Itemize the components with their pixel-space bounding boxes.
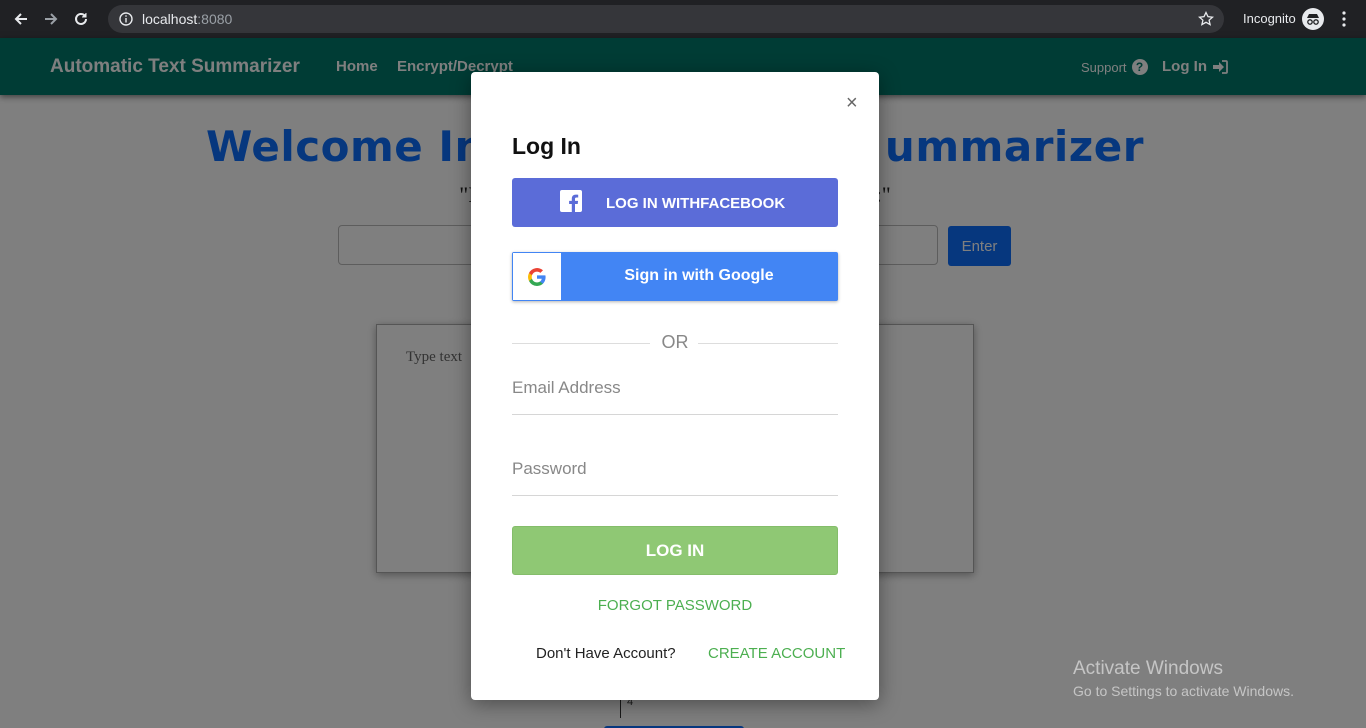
facebook-login-button[interactable]: LOG IN WITHFACEBOOK [512, 178, 838, 227]
incognito-label: Incognito [1243, 11, 1296, 26]
close-icon[interactable]: × [846, 92, 858, 115]
forgot-password-link[interactable]: FORGOT PASSWORD [512, 597, 838, 614]
browser-toolbar: localhost:8080 Incognito [0, 0, 1366, 38]
facebook-icon [560, 190, 582, 212]
password-field[interactable]: Password [512, 459, 838, 496]
modal-title: Log In [512, 133, 581, 159]
create-account-link[interactable]: CREATE ACCOUNT [708, 645, 845, 662]
google-signin-button[interactable]: Sign in with Google [512, 252, 838, 301]
address-bar[interactable]: localhost:8080 [108, 5, 1224, 33]
login-modal: × Log In LOG IN WITHFACEBOOK Sign in wit… [471, 72, 879, 700]
bookmark-star-icon[interactable] [1198, 11, 1214, 27]
google-icon [513, 253, 561, 300]
email-field[interactable]: Email Address [512, 378, 838, 415]
browser-menu-icon[interactable] [1340, 10, 1348, 28]
incognito-icon[interactable] [1302, 8, 1324, 30]
windows-watermark: Activate Windows Go to Settings to activ… [1073, 658, 1294, 699]
url-text: localhost:8080 [142, 11, 233, 27]
login-button[interactable]: LOG IN [512, 526, 838, 575]
reload-icon[interactable] [70, 8, 92, 30]
no-account-text: Don't Have Account? [536, 645, 676, 662]
back-icon[interactable] [10, 8, 32, 30]
or-divider: OR [512, 332, 838, 354]
info-icon[interactable] [119, 12, 133, 26]
forward-icon[interactable] [40, 8, 62, 30]
